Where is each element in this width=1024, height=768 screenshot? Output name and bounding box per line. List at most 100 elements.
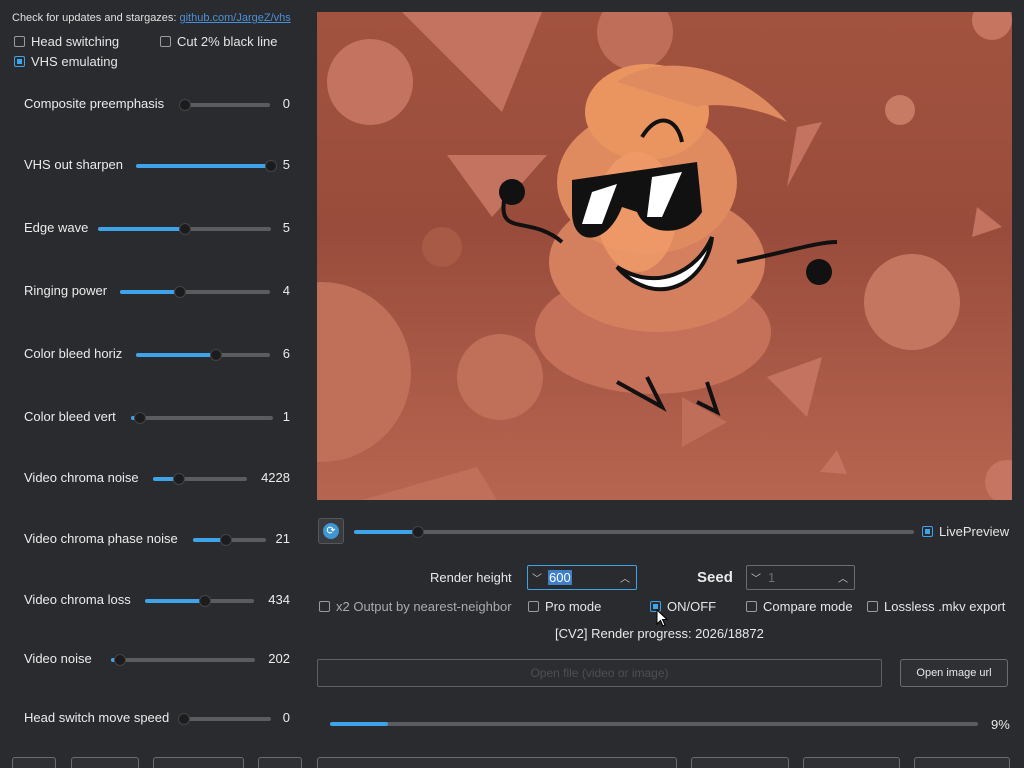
- x2-output-box[interactable]: [319, 601, 330, 612]
- slider-handle[interactable]: [179, 99, 191, 111]
- vhs-emulating-box[interactable]: [14, 56, 25, 67]
- x2-output-label: x2 Output by nearest-neighbor: [336, 599, 512, 614]
- slider-row: Head switch move speed 0: [24, 708, 294, 728]
- slider-row: Video chroma noise 4228: [24, 468, 294, 488]
- slider-label: Video chroma loss: [24, 592, 131, 607]
- slider-row: VHS out sharpen 5: [24, 155, 294, 175]
- bottom-button-6[interactable]: [803, 757, 900, 768]
- render-progress-percent: 9%: [991, 717, 1010, 732]
- slider-track[interactable]: [98, 223, 271, 235]
- chevron-down-icon[interactable]: ﹀: [751, 570, 761, 585]
- render-height-value[interactable]: 600: [548, 570, 572, 585]
- render-height-label: Render height: [430, 570, 512, 585]
- slider-handle[interactable]: [173, 473, 185, 485]
- lossless-export-box[interactable]: [867, 601, 878, 612]
- slider-handle[interactable]: [199, 595, 211, 607]
- slider-track[interactable]: [153, 473, 247, 485]
- bottom-button-3[interactable]: [153, 757, 244, 768]
- cut-black-line-box[interactable]: [160, 36, 171, 47]
- slider-track[interactable]: [178, 713, 271, 725]
- bottom-button-1[interactable]: [12, 757, 56, 768]
- slider-label: Video chroma phase noise: [24, 531, 178, 546]
- slider-track[interactable]: [193, 534, 266, 546]
- slider-handle[interactable]: [265, 160, 277, 172]
- slider-value: 202: [268, 651, 290, 666]
- chevron-up-icon[interactable]: ︿: [620, 570, 630, 585]
- slider-label: Video noise: [24, 651, 92, 666]
- slider-row: Color bleed horiz 6: [24, 344, 294, 364]
- chevron-up-icon[interactable]: ︿: [838, 570, 848, 585]
- open-image-url-button[interactable]: Open image url: [900, 659, 1008, 687]
- slider-handle[interactable]: [178, 713, 190, 725]
- live-preview-box[interactable]: [922, 526, 933, 537]
- slider-handle[interactable]: [174, 286, 186, 298]
- video-preview[interactable]: [317, 12, 1012, 500]
- slider-row: Ringing power 4: [24, 281, 294, 301]
- slider-track[interactable]: [136, 349, 270, 361]
- bottom-button-7[interactable]: [914, 757, 1010, 768]
- slider-row: Composite preemphasis 0: [24, 94, 294, 114]
- slider-label: Ringing power: [24, 283, 108, 298]
- slider-label: Edge wave: [24, 220, 89, 235]
- pro-mode-box[interactable]: [528, 601, 539, 612]
- slider-track[interactable]: [131, 412, 273, 424]
- head-switching-box[interactable]: [14, 36, 25, 47]
- render-height-spinbox[interactable]: ﹀ 600 ︿: [527, 565, 637, 590]
- slider-value: 21: [275, 531, 290, 546]
- mouse-cursor-icon: [656, 609, 669, 627]
- slider-value: 5: [282, 220, 290, 235]
- cut-black-line-checkbox[interactable]: Cut 2% black line: [160, 34, 277, 49]
- bottom-input[interactable]: [317, 757, 677, 768]
- slider-value: 0: [282, 710, 290, 725]
- slider-value: 1: [282, 409, 290, 424]
- pro-mode-checkbox[interactable]: Pro mode: [528, 599, 601, 614]
- chevron-down-icon[interactable]: ﹀: [532, 570, 542, 585]
- timeline-handle[interactable]: [412, 526, 424, 538]
- slider-track[interactable]: [136, 160, 277, 172]
- compare-mode-box[interactable]: [746, 601, 757, 612]
- slider-track[interactable]: [111, 654, 255, 666]
- slider-value: 0: [282, 96, 290, 111]
- slider-fill: [136, 353, 216, 357]
- slider-fill: [145, 599, 205, 603]
- slider-value: 4: [282, 283, 290, 298]
- update-text: Check for updates and stargazes:: [12, 12, 177, 24]
- slider-row: Video chroma phase noise 21: [24, 529, 294, 549]
- timeline-slider[interactable]: [354, 526, 914, 538]
- on-off-label: ON/OFF: [667, 599, 717, 614]
- bottom-button-4[interactable]: [258, 757, 302, 768]
- live-preview-checkbox[interactable]: LivePreview: [922, 524, 1009, 539]
- live-preview-label: LivePreview: [939, 524, 1010, 539]
- head-switching-checkbox[interactable]: Head switching: [14, 34, 119, 49]
- compare-mode-checkbox[interactable]: Compare mode: [746, 599, 853, 614]
- slider-handle[interactable]: [134, 412, 146, 424]
- slider-track[interactable]: [145, 595, 254, 607]
- lossless-export-checkbox[interactable]: Lossless .mkv export: [867, 599, 1005, 614]
- seed-label: Seed: [697, 569, 733, 586]
- refresh-button[interactable]: ⟳: [318, 518, 344, 544]
- slider-label: VHS out sharpen: [24, 157, 124, 172]
- preview-artwork: [317, 12, 1012, 500]
- slider-value: 4228: [261, 470, 290, 485]
- slider-track[interactable]: [179, 99, 270, 111]
- slider-handle[interactable]: [114, 654, 126, 666]
- slider-label: Video chroma noise: [24, 470, 139, 485]
- slider-row: Color bleed vert 1: [24, 407, 294, 427]
- vhs-emulating-checkbox[interactable]: VHS emulating: [14, 54, 118, 69]
- seed-spinbox[interactable]: ﹀ 1 ︿: [746, 565, 855, 590]
- refresh-icon: ⟳: [323, 523, 339, 539]
- slider-handle[interactable]: [220, 534, 232, 546]
- timeline-fill: [354, 530, 418, 534]
- slider-label: Color bleed horiz: [24, 346, 123, 361]
- slider-track[interactable]: [120, 286, 270, 298]
- seed-value[interactable]: 1: [767, 570, 776, 585]
- github-link[interactable]: github.com/JargeZ/vhs: [179, 12, 290, 24]
- bottom-button-2[interactable]: [71, 757, 139, 768]
- slider-fill: [136, 164, 271, 168]
- slider-fill: [98, 227, 185, 231]
- open-file-button[interactable]: Open file (video or image): [317, 659, 882, 687]
- bottom-button-5[interactable]: [691, 757, 789, 768]
- slider-handle[interactable]: [179, 223, 191, 235]
- slider-handle[interactable]: [210, 349, 222, 361]
- x2-output-checkbox[interactable]: x2 Output by nearest-neighbor: [319, 599, 512, 614]
